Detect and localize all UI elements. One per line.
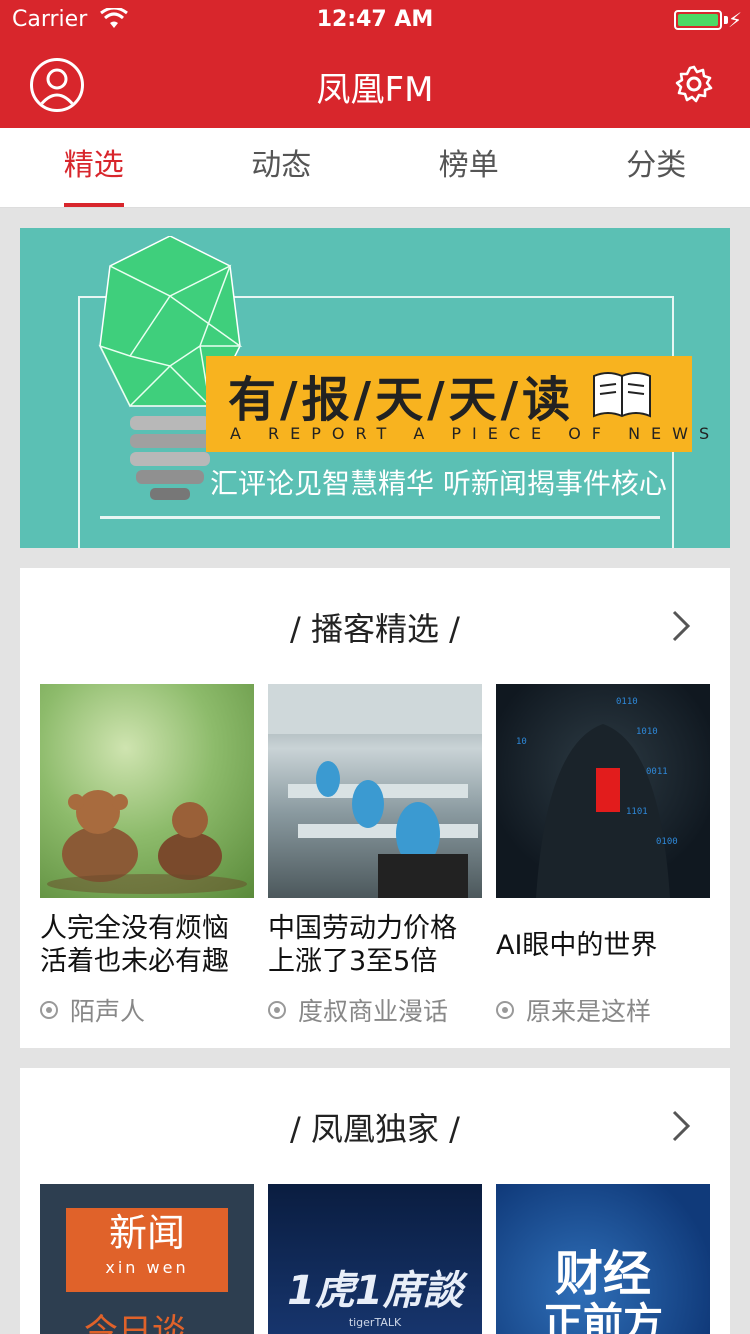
program-thumbnail: 新闻 xin wen 今日谈 (40, 1184, 254, 1334)
chevron-right-icon[interactable] (670, 1108, 694, 1144)
program-logo-text: 新闻 (108, 1211, 185, 1255)
chevron-right-icon[interactable] (670, 608, 694, 644)
podcast-title: 中国劳动力价格上涨了3至5倍 (268, 913, 457, 977)
podcast-card[interactable]: 0110 1010 0011 1101 0100 10 AI眼中的世界 原来是这样 (496, 684, 710, 1028)
status-time: 12:47 AM (316, 7, 434, 32)
tab-rankings[interactable]: 榜单 (375, 128, 563, 207)
svg-text:0100: 0100 (656, 837, 678, 847)
podcast-author: 原来是这样 (526, 997, 652, 1026)
tab-dynamic[interactable]: 动态 (188, 128, 376, 207)
banner-tagline: 汇评论见智慧精华 听新闻揭事件核心 (210, 467, 667, 500)
settings-gear-icon[interactable] (674, 64, 714, 104)
promo-banner[interactable]: 有/报/天/天/读 A REPORT A PIECE OF NEWS 汇评论见智… (20, 228, 730, 548)
app-header: Carrier 12:47 AM ⚡ 凤凰FM (0, 0, 750, 128)
podcast-author: 度叔商业漫话 (298, 997, 449, 1026)
podcast-card[interactable]: 人完全没有烦恼活着也未必有趣 陌声人 (40, 684, 254, 1028)
podcast-picks-section: / 播客精选 / 人完全没有烦恼活着也未必有趣 陌声人 中国劳动力价格上涨了3至… (20, 568, 730, 1048)
svg-text:0110: 0110 (616, 697, 638, 707)
program-logo-subtext: 正前方 (543, 1300, 663, 1334)
charging-icon: ⚡ (727, 8, 742, 32)
svg-text:10: 10 (516, 737, 527, 747)
svg-text:1010: 1010 (636, 727, 658, 737)
svg-text:0011: 0011 (646, 767, 668, 777)
program-logo-subtext: tigerTALK (348, 1316, 402, 1329)
audio-icon (40, 1001, 58, 1019)
section-title: / 凤凰独家 / (290, 1110, 460, 1148)
tab-categories[interactable]: 分类 (563, 128, 750, 207)
audio-icon (268, 1001, 286, 1019)
section-title: / 播客精选 / (290, 610, 460, 648)
podcast-author: 陌声人 (70, 997, 146, 1026)
tab-bar: 精选 动态 榜单 分类 (0, 128, 750, 208)
tab-featured[interactable]: 精选 (0, 128, 188, 207)
podcast-card[interactable]: 中国劳动力价格上涨了3至5倍 度叔商业漫话 (268, 684, 482, 1028)
program-logo-text: 1虎1席談 (287, 1268, 463, 1314)
podcast-title: 人完全没有烦恼活着也未必有趣 (40, 913, 229, 977)
program-thumbnail: 财经 正前方 (496, 1184, 710, 1334)
program-card[interactable]: 新闻 xin wen 今日谈 (40, 1184, 254, 1334)
podcast-title: AI眼中的世界 (496, 929, 658, 961)
status-bar: Carrier 12:47 AM ⚡ (0, 0, 750, 40)
banner-title: 有/报/天/天/读 (228, 372, 575, 428)
program-logo-subtext: xin wen (105, 1258, 189, 1277)
book-icon (593, 372, 651, 418)
svg-text:1101: 1101 (626, 807, 648, 817)
program-card[interactable]: 1虎1席談 tigerTALK (268, 1184, 482, 1334)
battery-icon (674, 10, 722, 30)
podcast-thumbnail (40, 684, 254, 898)
podcast-thumbnail: 0110 1010 0011 1101 0100 10 (496, 684, 710, 898)
banner-subtitle: A REPORT A PIECE OF NEWS (230, 424, 721, 443)
program-thumbnail: 1虎1席談 tigerTALK (268, 1184, 482, 1334)
phoenix-exclusive-section: / 凤凰独家 / 新闻 xin wen 今日谈 1虎1席談 tigerTALK … (20, 1068, 730, 1334)
program-card[interactable]: 财经 正前方 (496, 1184, 710, 1334)
audio-icon (496, 1001, 514, 1019)
app-title: 凤凰FM (316, 70, 434, 110)
program-logo-text: 今日谈 (84, 1312, 186, 1334)
podcast-thumbnail (268, 684, 482, 898)
